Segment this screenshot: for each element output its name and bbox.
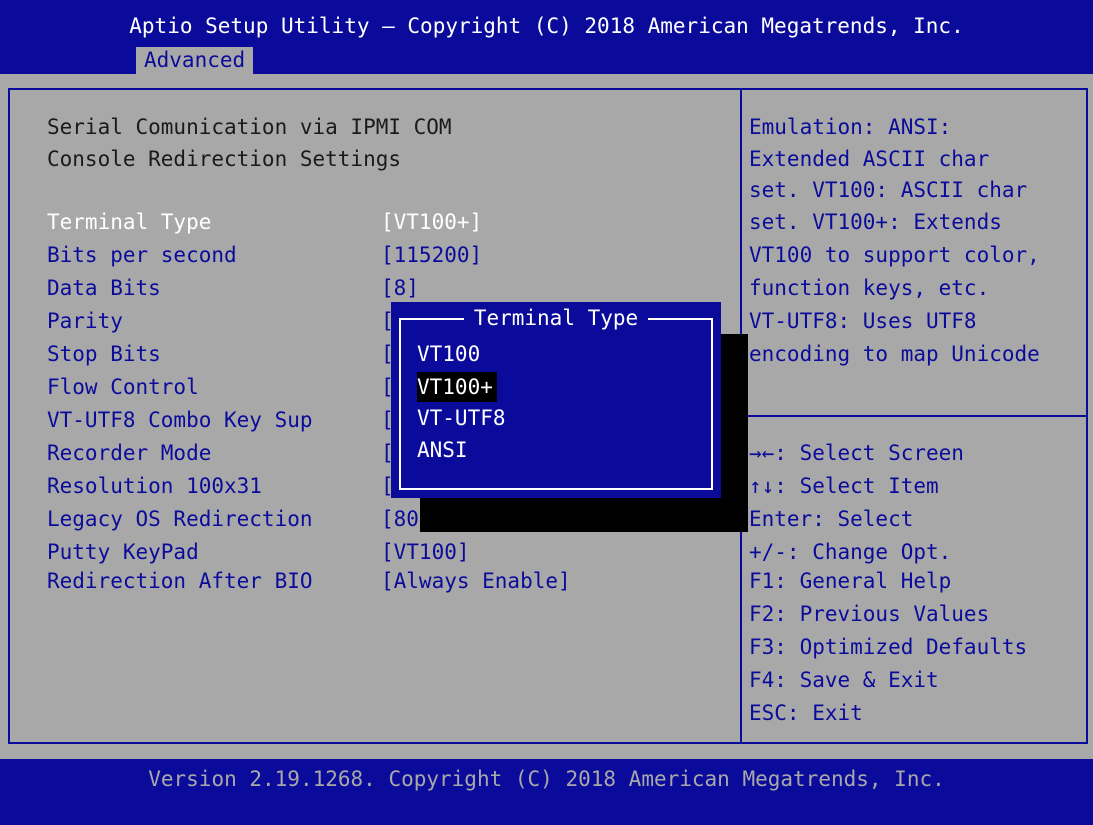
key-hint-change-opt: +/-: Change Opt. (749, 540, 952, 564)
setting-label: Resolution 100x31 (47, 474, 262, 498)
key-hint-f2: F2: Previous Values (749, 602, 990, 626)
setting-label: Bits per second (47, 243, 237, 267)
help-line: set. VT100+: Extends (749, 210, 1002, 234)
setting-label: Data Bits (47, 276, 161, 300)
setting-value: [VT100] (381, 540, 470, 564)
key-hint-select-item: ↑↓: Select Item (749, 474, 939, 498)
footer-bar: Version 2.19.1268. Copyright (C) 2018 Am… (0, 759, 1093, 825)
help-line: VT-UTF8: Uses UTF8 (749, 309, 977, 333)
key-hint-f3: F3: Optimized Defaults (749, 635, 1028, 659)
popup-option-ansi[interactable]: ANSI (417, 435, 468, 465)
setting-label: VT-UTF8 Combo Key Sup (47, 408, 313, 432)
terminal-type-popup: Terminal Type VT100 VT100+ VT-UTF8 ANSI (391, 302, 721, 498)
setting-label: Stop Bits (47, 342, 161, 366)
key-hint-select-screen: →←: Select Screen (749, 441, 964, 465)
setting-value: [VT100+] (381, 210, 483, 234)
header-bar: Aptio Setup Utility – Copyright (C) 2018… (0, 0, 1093, 74)
help-line: set. VT100: ASCII char (749, 178, 1028, 202)
help-line: encoding to map Unicode (749, 342, 1040, 366)
tab-advanced[interactable]: Advanced (136, 47, 254, 74)
help-divider (742, 415, 1088, 417)
section-title-line2: Console Redirection Settings (47, 147, 402, 171)
help-line: Extended ASCII char (749, 147, 990, 171)
popup-option-vt100[interactable]: VT100 (417, 339, 480, 369)
popup-title: Terminal Type (391, 306, 721, 330)
help-line: VT100 to support color, (749, 243, 1040, 267)
setting-value: [Always Enable] (381, 569, 571, 593)
help-line: Emulation: ANSI: (749, 115, 952, 139)
setting-value: [80 (381, 507, 419, 531)
key-hint-f1: F1: General Help (749, 569, 952, 593)
setting-label: Putty KeyPad (47, 540, 199, 564)
setting-label: Parity (47, 309, 123, 333)
setting-label: Terminal Type (47, 210, 212, 234)
key-hint-enter: Enter: Select (749, 507, 914, 531)
header-title: Aptio Setup Utility – Copyright (C) 2018… (129, 14, 964, 38)
help-line: function keys, etc. (749, 276, 990, 300)
footer-version: Version 2.19.1268. Copyright (C) 2018 Am… (148, 767, 945, 791)
popup-option-vt-utf8[interactable]: VT-UTF8 (417, 403, 506, 433)
setting-label: Redirection After BIO (47, 569, 313, 593)
setting-label: Legacy OS Redirection (47, 507, 313, 531)
popup-title-text: Terminal Type (463, 306, 649, 330)
setting-value: [8] (381, 276, 419, 300)
key-hint-f4: F4: Save & Exit (749, 668, 939, 692)
setting-label: Flow Control (47, 375, 199, 399)
setting-label: Recorder Mode (47, 441, 212, 465)
section-title-line1: Serial Comunication via IPMI COM (47, 115, 452, 139)
setting-value: [115200] (381, 243, 483, 267)
key-hint-esc: ESC: Exit (749, 701, 863, 725)
popup-option-vt100-plus[interactable]: VT100+ (417, 372, 497, 402)
